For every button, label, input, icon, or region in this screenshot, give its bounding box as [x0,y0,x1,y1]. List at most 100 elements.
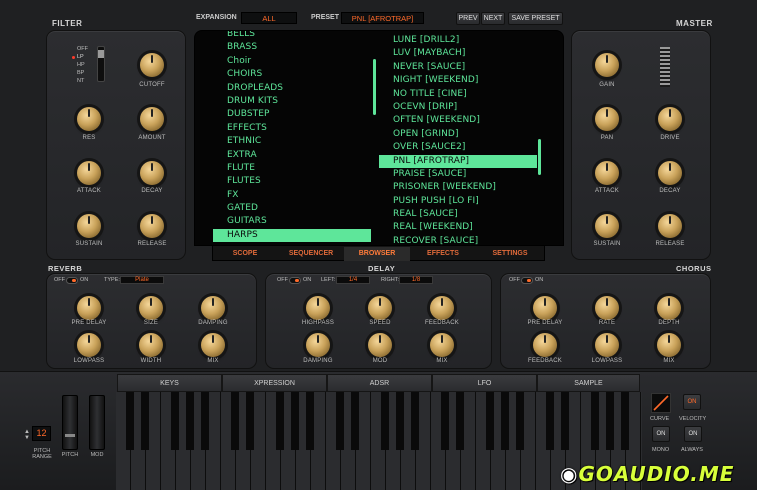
preset-scrollbar[interactable] [538,139,541,175]
velocity-curve-display[interactable] [651,393,671,413]
filter-release-knob[interactable] [140,214,164,238]
preset-item[interactable]: NEVER [SAUCE] [379,61,537,74]
category-item[interactable]: DRUM KITS [213,95,371,108]
prev-button[interactable]: PREV [456,12,480,25]
reverb-predelay-knob[interactable] [77,296,101,320]
preset-item[interactable]: OVER [SAUCE2] [379,141,537,154]
filter-mode-nt[interactable]: NT [77,78,84,84]
delay-highpass-knob[interactable] [306,296,330,320]
preset-select[interactable]: PNL [AFROTRAP] [341,12,424,24]
category-item[interactable]: BELLS [213,31,371,41]
preset-item[interactable]: OFTEN [WEEKEND] [379,114,537,127]
category-item[interactable]: FLUTE [213,162,371,175]
reverb-damping-knob[interactable] [201,296,225,320]
category-item[interactable]: FX [213,189,371,202]
reverb-width-knob[interactable] [139,333,163,357]
filter-decay-knob[interactable] [140,161,164,185]
preset-item[interactable]: PRAISE [SAUCE] [379,168,537,181]
category-item[interactable]: GATED [213,202,371,215]
master-drive-knob[interactable] [658,107,682,131]
preset-item[interactable]: OCEVN [DRIP] [379,101,537,114]
preset-item[interactable]: PUSH PUSH [LO FI] [379,195,537,208]
pitch-range-value[interactable]: 12 [32,426,51,441]
category-item[interactable]: EXTRA [213,149,371,162]
mono-toggle[interactable]: ON [652,426,670,442]
chorus-mix-knob[interactable] [657,333,681,357]
tab-keys[interactable]: KEYS [117,374,222,392]
chorus-depth-knob[interactable] [657,296,681,320]
next-button[interactable]: NEXT [481,12,505,25]
reverb-mix-knob[interactable] [201,333,225,357]
category-item[interactable]: DROPLEADS [213,82,371,95]
delay-feedback-knob[interactable] [430,296,454,320]
category-item[interactable]: FLUTES [213,175,371,188]
preset-item[interactable]: REAL [SAUCE] [379,208,537,221]
category-item[interactable]: BRASS [213,41,371,54]
preset-item[interactable]: REAL [WEEKEND] [379,221,537,234]
tab-browser[interactable]: BROWSER [344,247,410,261]
tab-adsr[interactable]: ADSR [327,374,432,392]
master-release-knob[interactable] [658,214,682,238]
filter-amount-knob[interactable] [140,107,164,131]
filter-attack-knob[interactable] [77,161,101,185]
master-decay-knob[interactable] [658,161,682,185]
category-item[interactable]: Choir [213,55,371,68]
category-item[interactable]: GUITARS [213,215,371,228]
filter-cutoff-knob[interactable] [140,53,164,77]
category-list[interactable]: BELLS BRASS Choir CHOIRS DROPLEADS DRUM … [213,31,371,243]
filter-mode-switch[interactable] [97,46,105,82]
category-scrollbar[interactable] [373,59,376,115]
pitch-wheel[interactable] [62,395,78,450]
preset-item[interactable]: PRISONER [WEEKEND] [379,181,537,194]
category-item[interactable]: CHOIRS [213,68,371,81]
delay-mod-knob[interactable] [368,333,392,357]
filter-mode-hp[interactable]: HP [77,62,85,68]
tab-lfo[interactable]: LFO [432,374,537,392]
preset-item[interactable]: LUV [MAYBACH] [379,47,537,60]
expansion-select[interactable]: ALL [241,12,297,24]
tab-settings[interactable]: SETTINGS [476,247,544,261]
master-sustain-knob[interactable] [595,214,619,238]
preset-list[interactable]: LUNE [DRILL2] LUV [MAYBACH] NEVER [SAUCE… [379,34,537,245]
filter-mode-lp[interactable]: LP [77,54,84,60]
tab-scope[interactable]: SCOPE [212,247,278,261]
delay-left-select[interactable]: 1/4 [336,276,370,284]
master-pan-knob[interactable] [595,107,619,131]
delay-power-toggle[interactable] [289,277,301,284]
save-preset-button[interactable]: SAVE PRESET [508,12,563,25]
delay-right-select[interactable]: 1/8 [399,276,433,284]
category-item[interactable]: EFFECTS [213,122,371,135]
preset-item[interactable]: LUNE [DRILL2] [379,34,537,47]
category-item-selected[interactable]: HARPS [213,228,371,243]
preset-item[interactable]: OPEN [GRIND] [379,128,537,141]
chorus-power-toggle[interactable] [521,277,533,284]
tab-sequencer[interactable]: SEQUENCER [278,247,344,261]
pitch-range-arrows[interactable]: ▲ ▼ [24,429,30,441]
chorus-feedback-knob[interactable] [533,333,557,357]
filter-res-knob[interactable] [77,107,101,131]
reverb-type-select[interactable]: Plate [120,276,164,284]
preset-item[interactable]: NIGHT [WEEKEND] [379,74,537,87]
preset-item[interactable]: NO TITLE [CINE] [379,88,537,101]
category-item[interactable]: DUBSTEP [213,108,371,121]
chorus-lowpass-knob[interactable] [595,333,619,357]
tab-xpression[interactable]: XPRESSION [222,374,327,392]
black-keys[interactable] [116,392,642,450]
category-item[interactable]: ETHNIC [213,135,371,148]
filter-mode-bp[interactable]: BP [77,70,84,76]
velocity-toggle[interactable]: ON [683,394,701,410]
delay-damping-knob[interactable] [306,333,330,357]
filter-sustain-knob[interactable] [77,214,101,238]
master-gain-knob[interactable] [595,53,619,77]
chorus-predelay-knob[interactable] [533,296,557,320]
delay-mix-knob[interactable] [430,333,454,357]
filter-mode-off[interactable]: OFF [77,46,88,52]
master-attack-knob[interactable] [595,161,619,185]
always-toggle[interactable]: ON [684,426,702,442]
mod-wheel[interactable] [89,395,105,450]
reverb-lowpass-knob[interactable] [77,333,101,357]
tab-sample[interactable]: SAMPLE [537,374,640,392]
reverb-size-knob[interactable] [139,296,163,320]
preset-item-selected[interactable]: PNL [AFROTRAP] [379,154,537,168]
reverb-power-toggle[interactable] [66,277,78,284]
